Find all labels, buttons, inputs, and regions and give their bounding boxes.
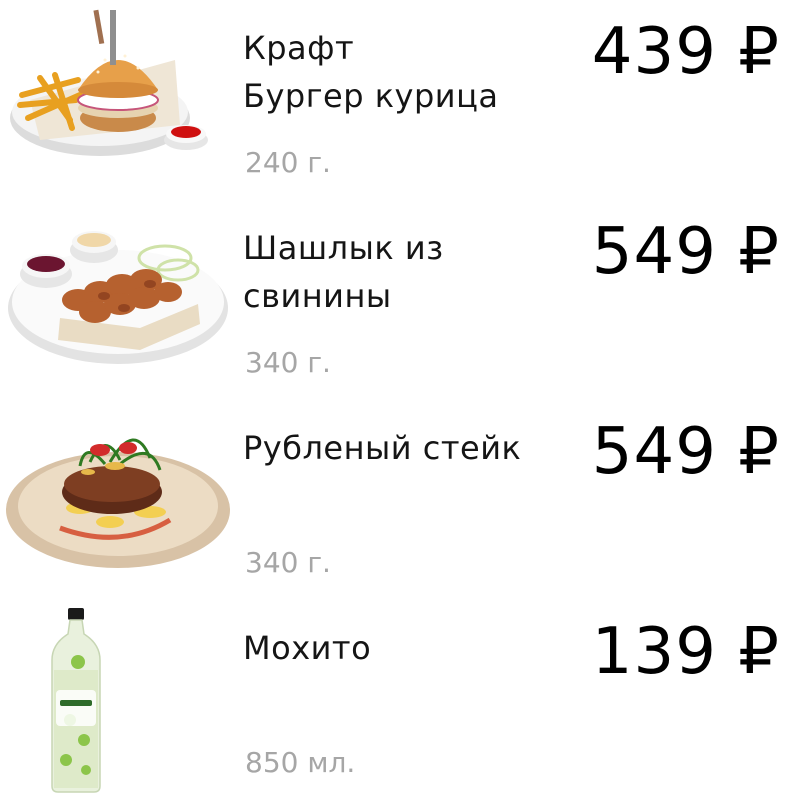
item-weight: 340 г.: [245, 546, 331, 579]
item-weight: 850 мл.: [245, 746, 356, 779]
item-price: 139 ₽: [591, 615, 780, 689]
item-name: Мохито: [243, 629, 372, 667]
burger-chicken-image: [0, 0, 235, 200]
menu-item-mojito[interactable]: Мохито 850 мл. 139 ₽: [0, 600, 800, 800]
item-price: 549 ₽: [591, 415, 780, 489]
menu-item-steak[interactable]: Рубленый стейк 340 г. 549 ₽: [0, 400, 800, 600]
item-name: Крафт Бургер курица: [243, 29, 499, 115]
item-weight: 240 г.: [245, 146, 331, 179]
item-name: Рубленый стейк: [243, 429, 522, 467]
item-price: 549 ₽: [591, 215, 780, 289]
item-price: 439 ₽: [591, 15, 780, 89]
menu-item-burger[interactable]: Крафт Бургер курица 240 г. 439 ₽: [0, 0, 800, 200]
mojito-bottle-image: [0, 600, 235, 800]
menu-item-shashlik[interactable]: Шашлык из свинины 340 г. 549 ₽: [0, 200, 800, 400]
item-weight: 340 г.: [245, 346, 331, 379]
item-name: Шашлык из свинины: [243, 229, 444, 315]
pork-shashlik-image: [0, 200, 235, 400]
menu-list: Крафт Бургер курица 240 г. 439 ₽ Шашлык …: [0, 0, 800, 800]
chopped-steak-image: [0, 400, 235, 600]
